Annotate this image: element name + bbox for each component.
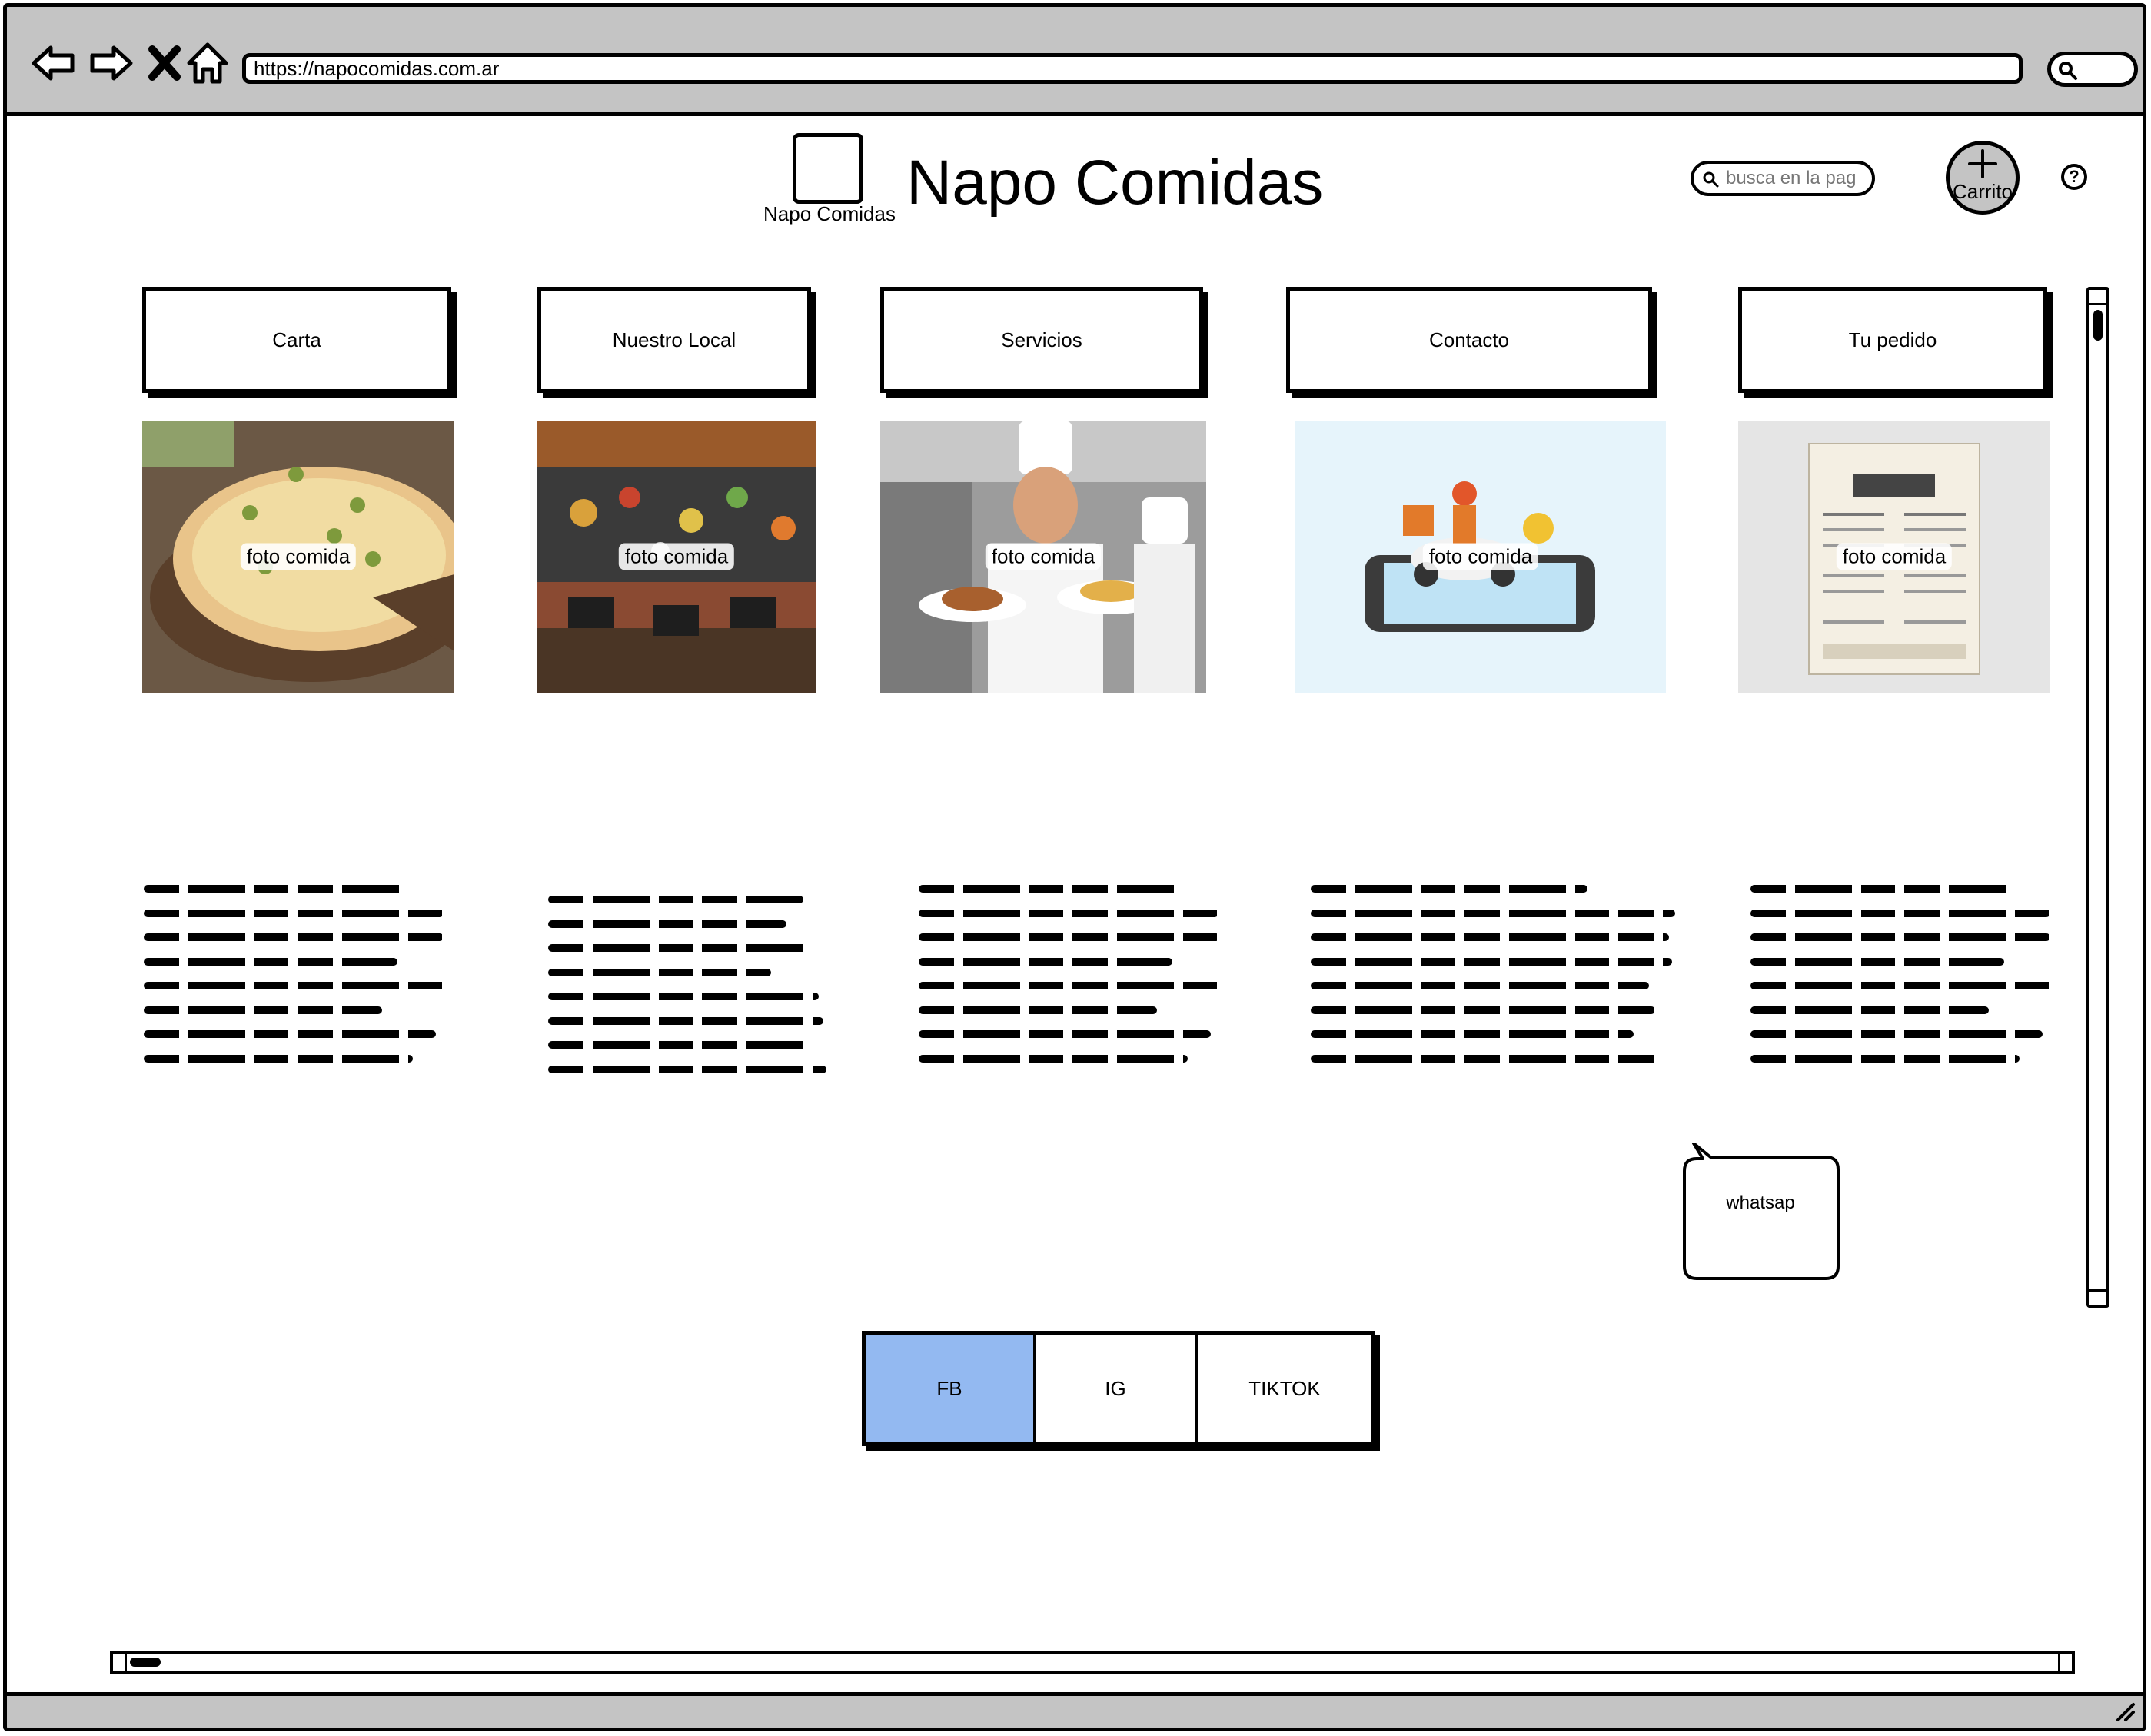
horizontal-scrollbar[interactable] bbox=[110, 1651, 2075, 1674]
nav-button-servicios[interactable]: Servicios bbox=[880, 287, 1203, 393]
logo-image[interactable] bbox=[793, 133, 863, 204]
whatsapp-chat-button[interactable]: whatsap bbox=[1680, 1143, 1841, 1282]
food-photo-servicios[interactable]: foto comida bbox=[880, 421, 1206, 693]
photo-caption: foto comida bbox=[1836, 543, 1953, 570]
social-tab-tiktok[interactable]: TIKTOK bbox=[1198, 1335, 1371, 1442]
food-photo-local[interactable]: foto comida bbox=[537, 421, 816, 693]
forward-icon[interactable] bbox=[84, 36, 138, 90]
scroll-up-icon[interactable] bbox=[2089, 290, 2106, 305]
page-title: Napo Comidas bbox=[906, 148, 1324, 218]
site-search-input[interactable]: busca en la pag bbox=[1691, 161, 1875, 196]
vertical-scroll-thumb[interactable] bbox=[2093, 310, 2103, 341]
nav-button-contacto[interactable]: Contacto bbox=[1286, 287, 1652, 393]
cart-label: Carrito bbox=[1952, 180, 2013, 203]
resize-grip-icon[interactable] bbox=[2113, 1700, 2136, 1723]
nav-button-carta[interactable]: Carta bbox=[142, 287, 451, 393]
horizontal-scroll-thumb[interactable] bbox=[130, 1658, 161, 1667]
social-tab-ig[interactable]: IG bbox=[1036, 1335, 1198, 1442]
photo-caption: foto comida bbox=[1422, 543, 1539, 570]
scroll-down-icon[interactable] bbox=[2089, 1289, 2106, 1305]
search-placeholder: busca en la pag bbox=[1726, 168, 1857, 188]
scroll-left-icon[interactable] bbox=[113, 1654, 127, 1671]
browser-window: https://napocomidas.com.ar Napo Comidas … bbox=[3, 3, 2146, 1731]
address-bar[interactable]: https://napocomidas.com.ar bbox=[242, 53, 2023, 84]
placeholder-text-pedido bbox=[1750, 885, 2056, 1079]
search-icon bbox=[1703, 171, 1719, 188]
status-bar bbox=[7, 1692, 2143, 1728]
placeholder-text-carta bbox=[144, 885, 448, 1079]
browser-toolbar: https://napocomidas.com.ar bbox=[7, 7, 2143, 116]
logo-caption: Napo Comidas bbox=[763, 202, 896, 225]
social-tab-fb[interactable]: FB bbox=[866, 1335, 1036, 1442]
photo-caption: foto comida bbox=[240, 543, 357, 570]
cart-button[interactable]: Carrito bbox=[1946, 141, 2020, 215]
food-photo-pedido[interactable]: foto comida bbox=[1738, 421, 2050, 693]
page-content: Napo Comidas Napo Comidas busca en la pa… bbox=[7, 116, 2143, 1696]
browser-search-field[interactable] bbox=[2047, 52, 2138, 87]
food-photo-pizza[interactable]: foto comida bbox=[142, 421, 454, 693]
food-photo-contacto[interactable]: foto comida bbox=[1295, 421, 1666, 693]
scroll-right-icon[interactable] bbox=[2058, 1654, 2072, 1671]
search-icon bbox=[2059, 62, 2077, 80]
social-links-bar: FB IG TIKTOK bbox=[862, 1331, 1375, 1446]
nav-button-nuestro-local[interactable]: Nuestro Local bbox=[537, 287, 811, 393]
whatsapp-label: whatsap bbox=[1726, 1192, 1795, 1213]
nav-button-tu-pedido[interactable]: Tu pedido bbox=[1738, 287, 2047, 393]
plus-icon bbox=[1968, 149, 1997, 178]
back-icon[interactable] bbox=[27, 36, 81, 90]
placeholder-text-local bbox=[548, 896, 826, 1089]
home-icon[interactable] bbox=[181, 36, 234, 90]
help-icon[interactable]: ? bbox=[2061, 164, 2087, 190]
photo-caption: foto comida bbox=[985, 543, 1102, 570]
photo-caption: foto comida bbox=[618, 543, 735, 570]
placeholder-text-servicios bbox=[919, 885, 1225, 1079]
vertical-scrollbar[interactable] bbox=[2086, 287, 2109, 1308]
placeholder-text-contacto bbox=[1311, 885, 1677, 1079]
